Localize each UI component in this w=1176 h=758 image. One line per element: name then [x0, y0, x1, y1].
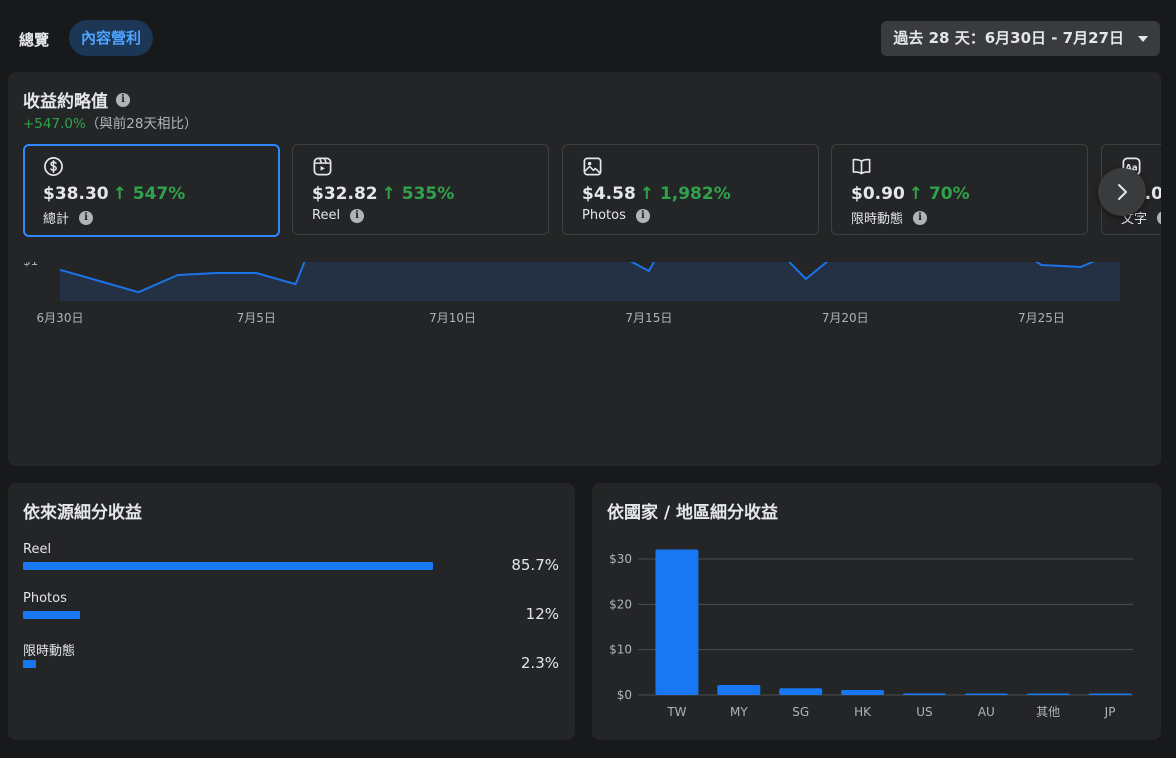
revenue-change-value: +547.0%	[23, 116, 86, 132]
source-row: Reel 85.7%	[23, 542, 563, 582]
source-row: 限時動態 2.3%	[23, 640, 563, 680]
metric-amount: $0.90	[851, 184, 905, 204]
x-tick-label: US	[916, 705, 932, 719]
photo-icon	[583, 157, 602, 176]
x-tick-label: AU	[978, 705, 995, 719]
source-row: Photos 12%	[23, 591, 563, 631]
revenue-change-note: （與前28天相比）	[85, 116, 198, 132]
source-bar	[23, 611, 81, 619]
caret-down-icon	[1138, 36, 1148, 42]
x-tick-label: MY	[730, 705, 748, 719]
country-bar-chart: $0 $10 $20 $30 TW MY SG HK US AU 其他 JP	[609, 549, 1133, 719]
metric-label-row: Photos i	[582, 208, 650, 223]
metric-amount: $38.30	[43, 184, 109, 204]
date-range-label: 過去 28 天：6月30日 - 7月27日	[893, 29, 1124, 47]
metric-label: 限時動態	[851, 212, 904, 227]
revenue-title: 收益約略值	[23, 92, 108, 112]
source-bar	[23, 562, 433, 570]
source-percent: 85.7%	[511, 556, 559, 574]
metric-value: $4.58 ↑ 1,982%	[582, 184, 731, 204]
chevron-right-icon	[1118, 184, 1127, 200]
x-tick-label: 其他	[1036, 705, 1060, 719]
bar-chart-x-axis: TW MY SG HK US AU 其他 JP	[666, 705, 1115, 719]
country-bar[interactable]	[779, 688, 823, 695]
next-tiles-button[interactable]	[1098, 168, 1146, 216]
metric-label: 總計	[43, 212, 70, 227]
tab-overview[interactable]: 總覽	[19, 29, 49, 50]
country-bar[interactable]	[1088, 693, 1132, 696]
metric-change: ↑ 535%	[381, 184, 455, 204]
metric-value: $38.30 ↑ 547%	[43, 184, 185, 204]
line-chart-y-axis: $1$2$3	[23, 262, 38, 268]
metric-change: ↑ 70%	[908, 184, 970, 204]
source-label: 限時動態	[23, 644, 76, 659]
revenue-card: 收益約略值 i +547.0%（與前28天相比） $38.30 ↑ 547% 總計…	[8, 72, 1161, 466]
country-bar[interactable]	[902, 693, 946, 695]
source-label: Reel	[23, 542, 52, 557]
metric-tiles: $38.30 ↑ 547% 總計 i $32.82 ↑ 535% Reel i $4.5…	[23, 144, 1161, 237]
bar-chart-y-axis: $0 $10 $20 $30	[609, 552, 632, 702]
x-tick-label: 7月15日	[625, 311, 672, 325]
metric-tile-reel[interactable]: $32.82 ↑ 535% Reel i	[292, 144, 549, 235]
x-tick-label: 7月5日	[237, 311, 276, 325]
top-bar: 總覽 內容營利 過去 28 天：6月30日 - 7月27日	[0, 0, 1176, 72]
country-breakdown-card: 依國家 / 地區細分收益 $0 $10 $20 $30 TW MY SG HK US AU 其他 J…	[592, 483, 1161, 740]
line-chart-x-axis: 6月30日 7月5日 7月10日 7月15日 7月20日 7月25日	[37, 311, 1065, 325]
tab-content-monetization[interactable]: 內容營利	[69, 20, 154, 56]
metric-tile-total[interactable]: $38.30 ↑ 547% 總計 i	[23, 144, 280, 237]
country-bar[interactable]	[964, 693, 1008, 696]
source-breakdown-title: 依來源細分收益	[23, 503, 142, 523]
metric-tile-photos[interactable]: $4.58 ↑ 1,982% Photos i	[562, 144, 819, 235]
country-bar[interactable]	[1026, 693, 1070, 696]
x-tick-label: HK	[854, 705, 872, 719]
line-chart-area	[60, 262, 1120, 301]
y-tick-label: $10	[609, 643, 632, 657]
revenue-change: +547.0%（與前28天相比）	[23, 112, 197, 132]
dollar-circle-icon	[44, 157, 63, 176]
bar-chart-bars	[655, 549, 1132, 696]
country-bar[interactable]	[841, 690, 885, 695]
x-tick-label: 7月25日	[1018, 311, 1065, 325]
source-label: Photos	[23, 591, 67, 606]
y-tick-label: $0	[617, 688, 632, 702]
x-tick-label: 7月10日	[429, 311, 476, 325]
country-bar[interactable]	[655, 549, 699, 695]
metric-amount: $4.58	[582, 184, 636, 204]
info-icon[interactable]: i	[635, 208, 650, 223]
metric-label: Photos	[582, 208, 626, 223]
revenue-line-chart: $1$2$3 6月30日 7月5日 7月10日 7月15日 7月20日 7月25日	[23, 262, 1120, 325]
bar-chart-grid	[638, 558, 1133, 696]
source-percent: 2.3%	[520, 654, 559, 672]
info-icon[interactable]: i	[350, 208, 365, 223]
reel-icon	[313, 157, 332, 176]
book-icon	[852, 158, 871, 175]
x-tick-label: SG	[792, 705, 809, 719]
metric-amount: $32.82	[312, 184, 378, 204]
source-bar	[23, 660, 36, 668]
y-tick-label: $1	[23, 262, 38, 268]
date-range-selector[interactable]: 過去 28 天：6月30日 - 7月27日	[881, 21, 1160, 56]
metric-label-row: Reel i	[312, 208, 365, 223]
metric-label: Reel	[312, 208, 341, 223]
metric-change: ↑ 1,982%	[639, 184, 731, 204]
metric-label-row: 總計 i	[43, 208, 94, 227]
metric-value: $32.82 ↑ 535%	[312, 184, 454, 204]
info-icon[interactable]: i	[913, 210, 928, 225]
info-icon[interactable]: i	[116, 92, 130, 107]
country-bar[interactable]	[717, 685, 761, 695]
metric-label-row: 限時動態 i	[851, 208, 928, 227]
x-tick-label: 7月20日	[822, 311, 869, 325]
info-icon[interactable]: i	[79, 210, 94, 225]
y-tick-label: $30	[609, 552, 632, 566]
source-percent: 12%	[525, 605, 559, 623]
info-icon[interactable]: i	[1157, 210, 1161, 225]
source-breakdown-card: 依來源細分收益 Reel 85.7% Photos 12% 限時動態 2.3%	[8, 483, 575, 740]
x-tick-label: TW	[666, 705, 686, 719]
metric-change: ↑ 547%	[112, 184, 186, 204]
metric-tile-stories[interactable]: $0.90 ↑ 70% 限時動態 i	[831, 144, 1088, 235]
metric-value: $0.90 ↑ 70%	[851, 184, 970, 204]
x-tick-label: JP	[1104, 705, 1116, 719]
y-tick-label: $20	[609, 597, 632, 611]
x-tick-label: 6月30日	[37, 311, 84, 325]
